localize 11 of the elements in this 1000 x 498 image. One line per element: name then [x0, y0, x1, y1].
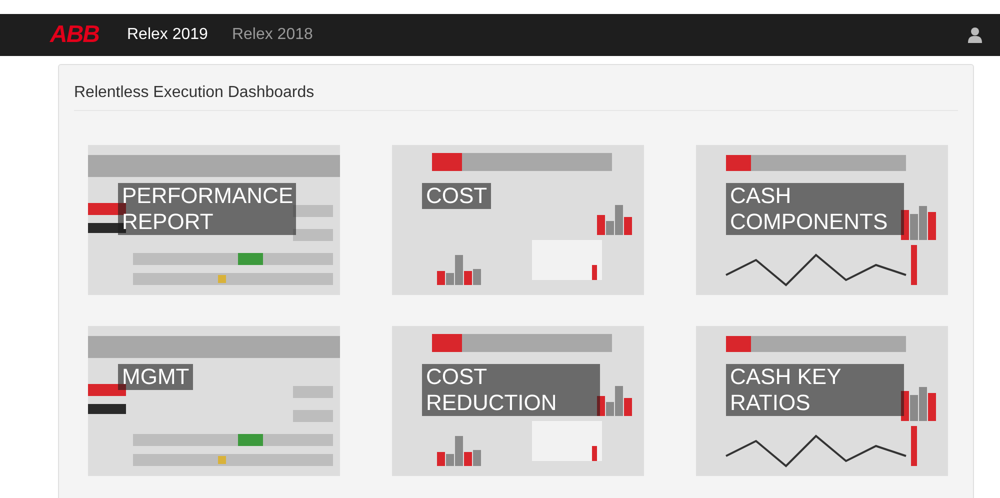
dashboard-link[interactable]: PERFORMANCE REPORT — [118, 183, 296, 235]
dashboard-link[interactable]: COST — [422, 183, 492, 209]
nav-tab[interactable]: Relex 2019 — [127, 26, 208, 44]
panel-title: Relentless Execution Dashboards — [74, 84, 314, 102]
dashboard-link[interactable]: CASH KEY RATIOS — [726, 364, 904, 416]
nav-tab[interactable]: Relex 2018 — [232, 26, 313, 44]
dashboard-link[interactable]: MGMT — [118, 364, 194, 390]
dashboard-link[interactable]: CASH COMPONENTS — [726, 183, 904, 235]
user-icon[interactable] — [968, 27, 982, 43]
dashboard-link[interactable]: COST REDUCTION — [422, 364, 600, 416]
logo[interactable]: ABB — [50, 21, 99, 49]
